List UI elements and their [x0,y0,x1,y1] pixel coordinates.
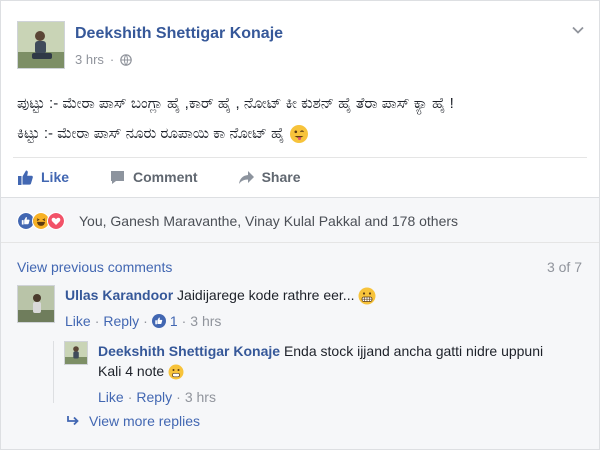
reply-timestamp[interactable]: 3 hrs [185,387,216,407]
share-button[interactable]: Share [238,159,301,195]
comment-label: Comment [133,169,198,185]
reply-body: Deekshith Shettigar Konaje Enda stock ij… [98,341,568,407]
post-body: ಪುಟ್ಟು :- ಮೇರಾ ಪಾಸ್ ಬಂಗ್ಲಾ ಹೈ ,ಕಾರ್ ಹೈ ,… [17,89,587,149]
reply-actions: Like · Reply · 3 hrs [98,387,216,407]
view-previous-comments-link[interactable]: View previous comments [17,259,172,275]
comment-icon [111,170,125,184]
like-button[interactable]: Like [17,159,69,195]
post-line-2-text: ಕಿಟ್ಟು :- ಮೇರಾ ಪಾಸ್ ನೂರು ರೂಪಾಯಿ ಕಾ ನೋಟ್ … [17,125,285,142]
comment-button[interactable]: Comment [109,159,198,195]
share-label: Share [261,169,301,185]
reply-author[interactable]: Deekshith Shettigar Konaje [98,343,280,359]
like-label: Like [41,169,70,185]
reply-like-link[interactable]: Like [98,387,124,407]
comment-like-link[interactable]: Like [65,311,91,331]
comment-reply-link[interactable]: Reply [103,311,139,331]
reaction-icons[interactable] [17,212,77,230]
author-avatar[interactable] [17,21,65,69]
reply-arrow-icon [67,416,79,426]
grimace-emoji-icon [358,287,376,305]
comment-body: Ullas Karandoor Jaidijarege kode rathre … [65,285,565,331]
divider [13,157,587,158]
view-more-replies-link[interactable]: View more replies [67,413,200,429]
share-arrow-icon [238,170,254,184]
comment-text: Jaidijarege kode rathre eer... [177,287,355,303]
like-count-icon [151,314,166,329]
post-header: Deekshith Shettigar Konaje 3 hrs · [17,21,587,73]
globe-icon [120,53,133,66]
comment-actions: Like · Reply · 1 · 3 hrs [65,311,222,331]
post-actions: Like Comment Share [17,159,587,195]
comment-item: Ullas Karandoor Jaidijarege kode rathre … [17,285,577,341]
comment-like-count[interactable]: 1 [170,311,178,331]
thumbs-up-icon [18,170,33,185]
reply-author-avatar[interactable] [64,341,88,365]
post-line-1: ಪುಟ್ಟು :- ಮೇರಾ ಪಾಸ್ ಬಂಗ್ಲಾ ಹೈ ,ಕಾರ್ ಹೈ ,… [17,89,587,119]
comment-author[interactable]: Ullas Karandoor [65,287,173,303]
commenter-avatar[interactable] [17,285,55,323]
tongue-emoji-icon [289,125,308,143]
comments-section: View previous comments 3 of 7 Ullas Kara… [1,243,599,449]
reply-thread: Deekshith Shettigar Konaje Enda stock ij… [53,341,573,405]
comment-timestamp[interactable]: 3 hrs [190,311,221,331]
reply-reply-link[interactable]: Reply [136,387,172,407]
post-meta: 3 hrs · [75,52,133,67]
comments-count: 3 of 7 [546,259,582,275]
reactions-bar: You, Ganesh Maravanthe, Vinay Kulal Pakk… [1,197,599,243]
facebook-post-card: Deekshith Shettigar Konaje 3 hrs · ಪುಟ್ಟ… [0,0,600,450]
shocked-emoji-icon [168,364,184,380]
chevron-down-icon[interactable] [571,23,585,37]
post-line-1-text: ಪುಟ್ಟು :- ಮೇರಾ ಪಾಸ್ ಬಂಗ್ಲಾ ಹೈ ,ಕಾರ್ ಹೈ ,… [17,95,454,112]
post-line-2: ಕಿಟ್ಟು :- ಮೇರಾ ಪಾಸ್ ನೂರು ರೂಪಾಯಿ ಕಾ ನೋಟ್ … [17,119,587,149]
reactions-summary[interactable]: You, Ganesh Maravanthe, Vinay Kulal Pakk… [79,213,458,229]
post-author-name[interactable]: Deekshith Shettigar Konaje [75,25,283,43]
love-reaction-icon [47,212,65,230]
view-more-replies-label: View more replies [89,413,201,429]
post-timestamp[interactable]: 3 hrs [75,52,104,67]
